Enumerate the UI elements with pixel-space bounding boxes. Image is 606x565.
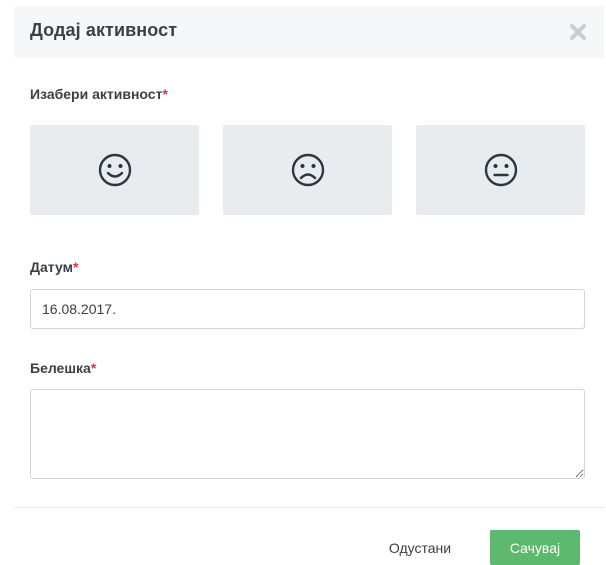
activity-label: Изабери активност* xyxy=(30,86,168,102)
add-activity-modal: Додај активност Изабери активност* Датум… xyxy=(0,0,606,565)
note-textarea[interactable] xyxy=(30,389,585,479)
required-asterisk: * xyxy=(90,360,97,376)
date-label: Датум* xyxy=(30,259,78,275)
sad-face-icon xyxy=(290,152,326,188)
note-label-text: Белешка xyxy=(30,360,91,376)
required-asterisk: * xyxy=(162,86,168,102)
close-icon[interactable] xyxy=(568,22,588,42)
cancel-button[interactable]: Одустани xyxy=(372,530,468,565)
activity-option-neutral[interactable] xyxy=(416,125,585,215)
save-button[interactable]: Сачувај xyxy=(490,530,580,565)
note-label: Белешка* xyxy=(30,360,96,376)
smile-face-icon xyxy=(97,152,133,188)
footer-divider xyxy=(14,507,604,508)
activity-option-happy[interactable] xyxy=(30,125,199,215)
date-field[interactable] xyxy=(30,289,585,329)
date-label-text: Датум xyxy=(30,259,73,275)
activity-label-text: Изабери активност xyxy=(30,86,163,102)
required-asterisk: * xyxy=(72,259,79,275)
neutral-face-icon xyxy=(483,152,519,188)
activity-option-sad[interactable] xyxy=(223,125,392,215)
modal-header: Додај активност xyxy=(14,6,604,58)
modal-title: Додај активност xyxy=(30,20,178,40)
